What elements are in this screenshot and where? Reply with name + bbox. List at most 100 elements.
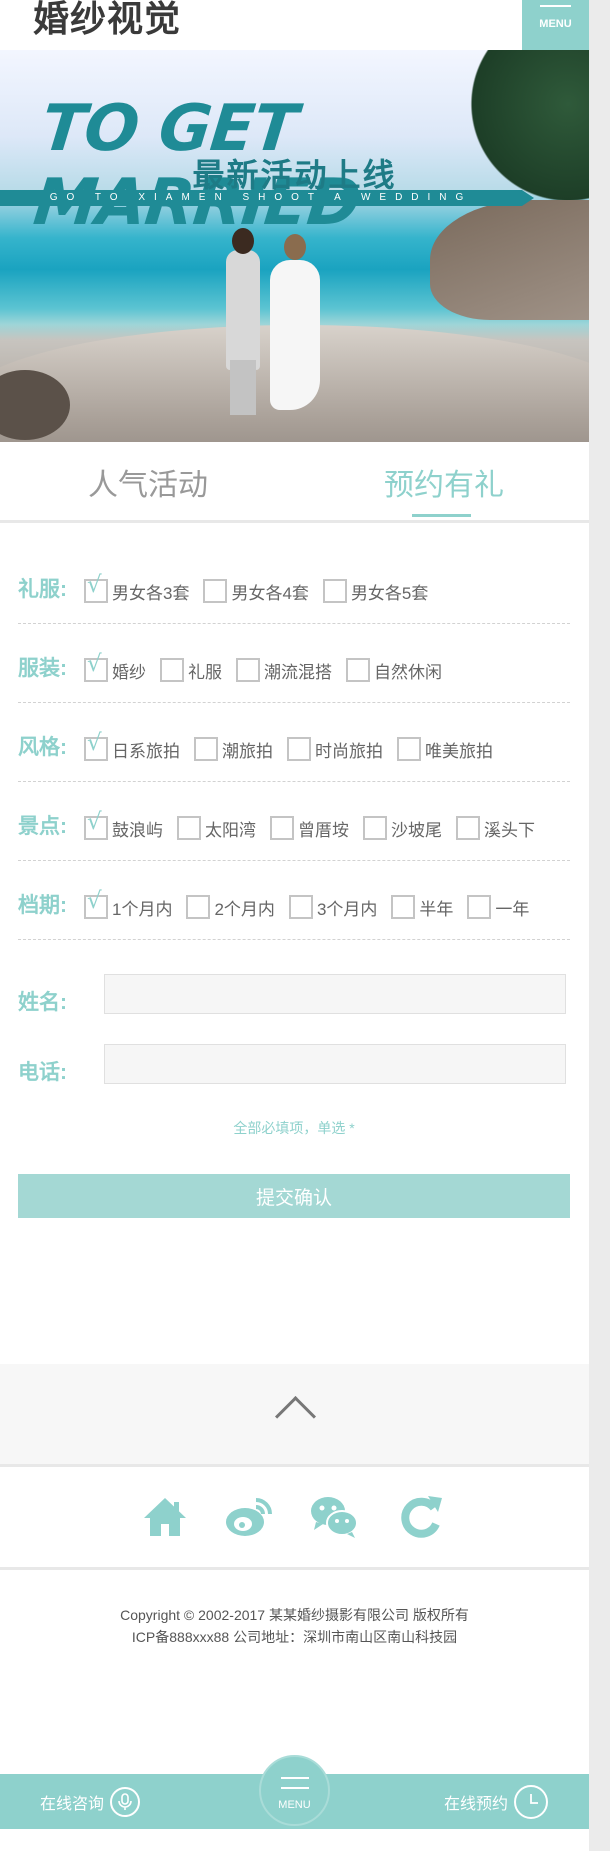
back-to-top[interactable]: [0, 1364, 589, 1467]
checkbox[interactable]: √: [84, 809, 108, 840]
checkbox-label: 潮旅拍: [222, 741, 273, 761]
option-group-row: 景点: √ 鼓浪屿 太阳湾 曾厝垵 沙坡尾 溪头下: [18, 782, 570, 861]
clock-icon: [514, 1784, 549, 1819]
option-group-label: 景点:: [18, 815, 67, 838]
checkbox[interactable]: [270, 816, 294, 840]
checkbox-option[interactable]: 潮流混搭: [236, 652, 332, 688]
checkbox[interactable]: [194, 737, 218, 761]
checkbox[interactable]: [288, 895, 313, 919]
online-booking-label: 在线预约: [444, 1795, 509, 1813]
checkbox-option[interactable]: 曾厝垵: [270, 810, 349, 846]
checkbox[interactable]: [467, 895, 492, 919]
checkbox[interactable]: [177, 816, 201, 840]
banner-strip: GO TO XIAMEN SHOOT A WEDDING: [0, 190, 522, 206]
name-input[interactable]: [104, 974, 566, 1014]
checkbox-option[interactable]: √ 男女各3套: [84, 572, 189, 609]
option-groups: 礼服: √ 男女各3套 男女各4套 男女各5套 服装: √ 婚纱 礼服 潮流混搭 自然休闲 风格: √ 日…: [18, 545, 570, 940]
home-icon[interactable]: [142, 1494, 188, 1540]
checkbox-label: 2个月内: [214, 899, 275, 919]
checkbox-label: 自然休闲: [374, 662, 442, 682]
checkbox[interactable]: [397, 737, 421, 761]
bottom-menu-icon-bar: [281, 1787, 309, 1789]
option-group-row: 风格: √ 日系旅拍 潮旅拍 时尚旅拍 唯美旅拍: [18, 703, 570, 782]
checkbox-option[interactable]: 礼服: [160, 652, 222, 688]
checkbox[interactable]: √: [84, 572, 108, 603]
checkbox-option[interactable]: 自然休闲: [346, 652, 442, 688]
checkbox-label: 日系旅拍: [112, 741, 180, 761]
checkbox[interactable]: √: [84, 730, 108, 761]
checkbox[interactable]: [391, 895, 416, 919]
weibo-icon[interactable]: [224, 1494, 274, 1540]
checkbox-label: 曾厝垵: [298, 820, 349, 840]
checkbox[interactable]: [203, 579, 228, 603]
scrollbar[interactable]: [589, 0, 610, 1851]
option-group-label: 风格:: [18, 736, 67, 759]
online-consult-button[interactable]: 在线咨询: [40, 1774, 141, 1829]
checkbox-option[interactable]: √ 鼓浪屿: [84, 809, 163, 846]
checkbox[interactable]: [160, 658, 184, 682]
checkbox-option[interactable]: 男女各4套: [203, 573, 309, 609]
banner-strip-arrow: [522, 190, 534, 206]
checkbox-option[interactable]: √ 日系旅拍: [84, 730, 180, 767]
checkbox[interactable]: [287, 737, 311, 761]
chevron-up-icon: [274, 1395, 317, 1438]
phone-input[interactable]: [104, 1044, 566, 1084]
online-consult-label: 在线咨询: [40, 1795, 105, 1813]
option-group-label: 服装:: [18, 657, 67, 680]
bottom-menu-button[interactable]: MENU: [259, 1755, 330, 1826]
menu-button-label: MENU: [539, 18, 572, 30]
copyright-text: Copyright © 2002-2017 某某婚纱摄影有限公司 版权所有: [120, 1607, 469, 1623]
checkmark-icon: √: [87, 809, 102, 835]
tab-bar: 人气活动 预约有礼: [0, 442, 589, 523]
wechat-icon[interactable]: [310, 1494, 358, 1540]
checkbox-option[interactable]: 潮旅拍: [194, 731, 273, 767]
tab-popular-activities[interactable]: 人气活动: [88, 460, 208, 504]
checkbox-label: 婚纱: [112, 662, 146, 682]
checkbox-label: 时尚旅拍: [315, 741, 383, 761]
icp-text: ICP备888xxx88 公司地址：深圳市南山区南山科技园: [131, 1629, 458, 1645]
refresh-icon[interactable]: [398, 1494, 444, 1540]
checkbox-option[interactable]: 唯美旅拍: [397, 731, 493, 767]
checkbox-option[interactable]: 男女各5套: [322, 573, 428, 609]
groom-head: [232, 228, 254, 254]
checkbox[interactable]: √: [84, 651, 108, 682]
checkbox-option[interactable]: 溪头下: [456, 810, 535, 846]
checkbox-option[interactable]: 沙坡尾: [363, 810, 442, 846]
checkbox-option[interactable]: 太阳湾: [177, 810, 256, 846]
bride-head: [284, 234, 306, 260]
checkbox-option[interactable]: 一年: [467, 889, 529, 925]
hero-banner[interactable]: TO GET MARRIED 最新活动上线 GO TO XIAMEN SHOOT…: [0, 50, 589, 442]
checkbox-option[interactable]: √ 1个月内: [84, 888, 172, 925]
site-logo[interactable]: 婚纱视觉: [33, 0, 181, 42]
checkbox[interactable]: [346, 658, 370, 682]
menu-button[interactable]: MENU: [522, 0, 589, 50]
tab-booking-gift[interactable]: 预约有礼: [384, 460, 504, 504]
checkbox-option[interactable]: √ 婚纱: [84, 651, 146, 688]
checkbox[interactable]: √: [84, 888, 108, 919]
microphone-icon: [110, 1786, 141, 1817]
option-list: √ 鼓浪屿 太阳湾 曾厝垵 沙坡尾 溪头下: [84, 782, 570, 860]
option-group-row: 礼服: √ 男女各3套 男女各4套 男女各5套: [18, 545, 570, 624]
checkbox[interactable]: [186, 895, 211, 919]
checkbox-option[interactable]: 2个月内: [186, 889, 275, 925]
name-field-row: 姓名:: [18, 970, 570, 1040]
submit-button[interactable]: 提交确认: [18, 1174, 570, 1218]
checkbox-label: 3个月内: [316, 899, 378, 919]
checkbox[interactable]: [322, 579, 347, 603]
checkbox-option[interactable]: 时尚旅拍: [287, 731, 383, 767]
online-booking-button[interactable]: 在线预约: [444, 1774, 549, 1829]
checkmark-icon: √: [87, 888, 102, 914]
option-group-row: 服装: √ 婚纱 礼服 潮流混搭 自然休闲: [18, 624, 570, 703]
checkmark-icon: √: [87, 572, 102, 598]
checkbox-option[interactable]: 3个月内: [288, 889, 378, 925]
groom-legs: [230, 360, 256, 415]
checkbox[interactable]: [236, 658, 260, 682]
checkbox-option[interactable]: 半年: [391, 889, 453, 925]
checkbox-label: 太阳湾: [205, 820, 256, 840]
option-list: √ 婚纱 礼服 潮流混搭 自然休闲: [84, 624, 570, 702]
checkbox[interactable]: [456, 816, 480, 840]
page: 婚纱视觉 MENU TO GET MARRIED 最新活动上线 GO TO XI…: [0, 0, 589, 1851]
banner-couple: [222, 228, 332, 430]
header: 婚纱视觉 MENU: [0, 0, 589, 51]
checkbox[interactable]: [363, 816, 387, 840]
